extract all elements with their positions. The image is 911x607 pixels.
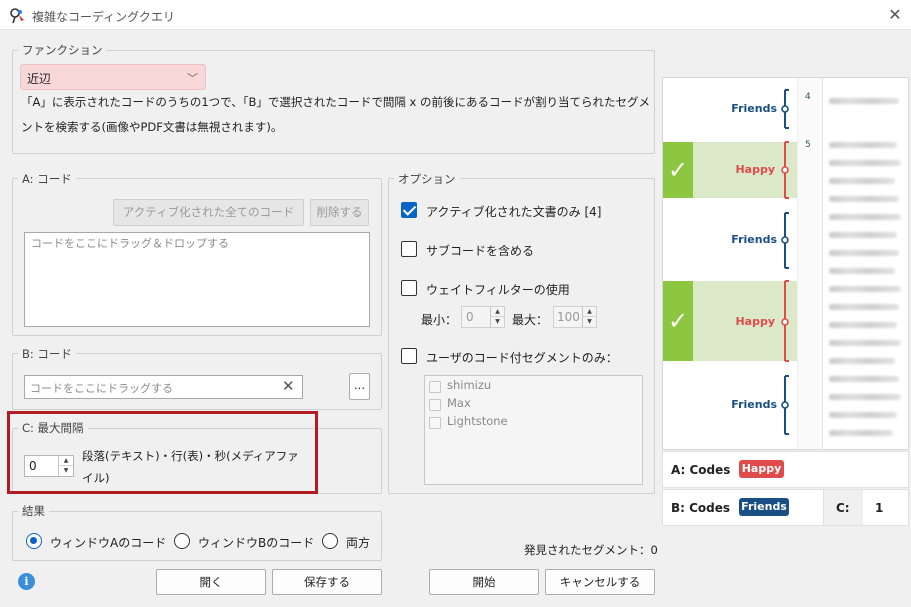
- radio-window-b-label: ウィンドウBのコード: [198, 536, 315, 550]
- close-icon[interactable]: ✕: [884, 4, 906, 26]
- code-label-happy: Happy: [735, 315, 775, 328]
- user-name-shimizu: shimizu: [447, 378, 492, 392]
- line-number: 5: [805, 140, 811, 150]
- line-number: 4: [805, 92, 811, 102]
- spin-down-icon[interactable]: ▼: [583, 317, 596, 327]
- b-codes-label: B: Codes: [671, 501, 731, 515]
- include-subcodes-label: サブコードを含める: [426, 244, 535, 258]
- b-codes-cell: B: Codes Friends C: 1: [662, 489, 909, 526]
- spin-up-icon[interactable]: ▲: [491, 307, 504, 317]
- c-value: 1: [875, 501, 884, 515]
- delete-button[interactable]: 削除する: [310, 199, 369, 226]
- radio-both[interactable]: [322, 533, 338, 549]
- activated-docs-label: アクティブ化された文書のみ [4]: [426, 205, 602, 219]
- info-icon[interactable]: i: [18, 573, 35, 590]
- radio-window-a[interactable]: [26, 533, 42, 549]
- a-code-tag: Happy: [739, 460, 784, 478]
- code-a-legend: A: コード: [18, 171, 76, 187]
- coding-brackets: [781, 89, 789, 435]
- weight-filter-label: ウェイトフィルターの使用: [426, 283, 570, 297]
- user-segments-checkbox[interactable]: [401, 348, 417, 364]
- window-title: 複雑なコーディングクエリ: [32, 10, 175, 24]
- c-label: C:: [836, 501, 850, 515]
- save-button[interactable]: 保存する: [272, 569, 382, 595]
- include-subcodes-checkbox[interactable]: [401, 241, 417, 257]
- query-preview: ✓ ✓ 4 5 Friends Happy Friends Happy Frie…: [662, 77, 909, 450]
- function-select[interactable]: 近辺 ﹀: [20, 64, 206, 90]
- function-select-value: 近辺: [27, 72, 52, 86]
- chevron-down-icon: ﹀: [187, 72, 198, 85]
- max-spinner-arrows[interactable]: ▲ ▼: [582, 307, 596, 327]
- code-b-legend: B: コード: [18, 346, 76, 362]
- clear-icon[interactable]: ✕: [282, 377, 295, 395]
- app-logo-icon: [10, 8, 24, 24]
- code-label-friends: Friends: [731, 102, 777, 115]
- a-codes-label: A: Codes: [671, 463, 731, 477]
- max-label: 最大：: [512, 313, 549, 327]
- min-label: 最小：: [421, 313, 458, 327]
- radio-window-b[interactable]: [174, 533, 190, 549]
- code-label-happy: Happy: [735, 163, 775, 176]
- line-number-gutter: [797, 78, 823, 449]
- spin-down-icon[interactable]: ▼: [491, 317, 504, 327]
- code-a-placeholder: コードをここにドラッグ＆ドロップする: [31, 237, 229, 250]
- user-name-lightstone: Lightstone: [447, 414, 508, 428]
- spin-up-icon[interactable]: ▲: [583, 307, 596, 317]
- document-text-preview: [827, 78, 907, 449]
- code-label-friends: Friends: [731, 233, 777, 246]
- a-codes-cell: A: Codes Happy: [662, 451, 909, 488]
- user-name-max: Max: [447, 396, 471, 410]
- user-checkbox-lightstone[interactable]: [429, 417, 441, 429]
- code-a-drop-area[interactable]: コードをここにドラッグ＆ドロップする: [24, 232, 370, 327]
- min-value: 0: [466, 310, 474, 324]
- function-description: 「A」に表示されたコードのうちの1つで、「B」で選択されたコードで間隔 x の前…: [21, 95, 650, 134]
- c-label-cell: C:: [823, 490, 863, 525]
- code-label-friends: Friends: [731, 398, 777, 411]
- start-button[interactable]: 開始: [429, 569, 539, 595]
- options-legend: オプション: [394, 171, 460, 187]
- cancel-button[interactable]: キャンセルする: [545, 569, 655, 595]
- check-mark-icon: ✓: [663, 142, 693, 198]
- radio-both-label: 両方: [346, 536, 371, 550]
- found-segments-status: 発見されたセグメント：0: [524, 543, 658, 557]
- user-checkbox-max[interactable]: [429, 399, 441, 411]
- weight-filter-checkbox[interactable]: [401, 280, 417, 296]
- min-spinner[interactable]: 0 ▲ ▼: [461, 306, 505, 328]
- user-segments-label: ユーザのコード付セグメントのみ：: [426, 351, 618, 365]
- function-group-legend: ファンクション: [18, 42, 107, 58]
- check-mark-icon: ✓: [663, 281, 693, 361]
- activated-codes-button[interactable]: アクティブ化された全てのコード: [113, 199, 304, 226]
- max-spinner[interactable]: 100 ▲ ▼: [553, 306, 597, 328]
- min-spinner-arrows[interactable]: ▲ ▼: [490, 307, 504, 327]
- max-value: 100: [557, 310, 580, 324]
- code-b-browse-button[interactable]: ...: [349, 373, 370, 400]
- user-checkbox-shimizu[interactable]: [429, 381, 441, 393]
- open-button[interactable]: 開く: [156, 569, 266, 595]
- radio-window-a-label: ウィンドウAのコード: [50, 536, 167, 550]
- code-b-placeholder: コードをここにドラッグする: [30, 382, 173, 395]
- max-distance-highlight: [7, 411, 318, 494]
- code-b-drop-input[interactable]: コードをここにドラッグする ✕: [24, 375, 303, 399]
- b-code-tag: Friends: [739, 498, 789, 516]
- result-legend: 結果: [18, 503, 49, 519]
- user-list: shimizu Max Lightstone: [424, 375, 643, 485]
- activated-docs-checkbox[interactable]: [401, 202, 417, 218]
